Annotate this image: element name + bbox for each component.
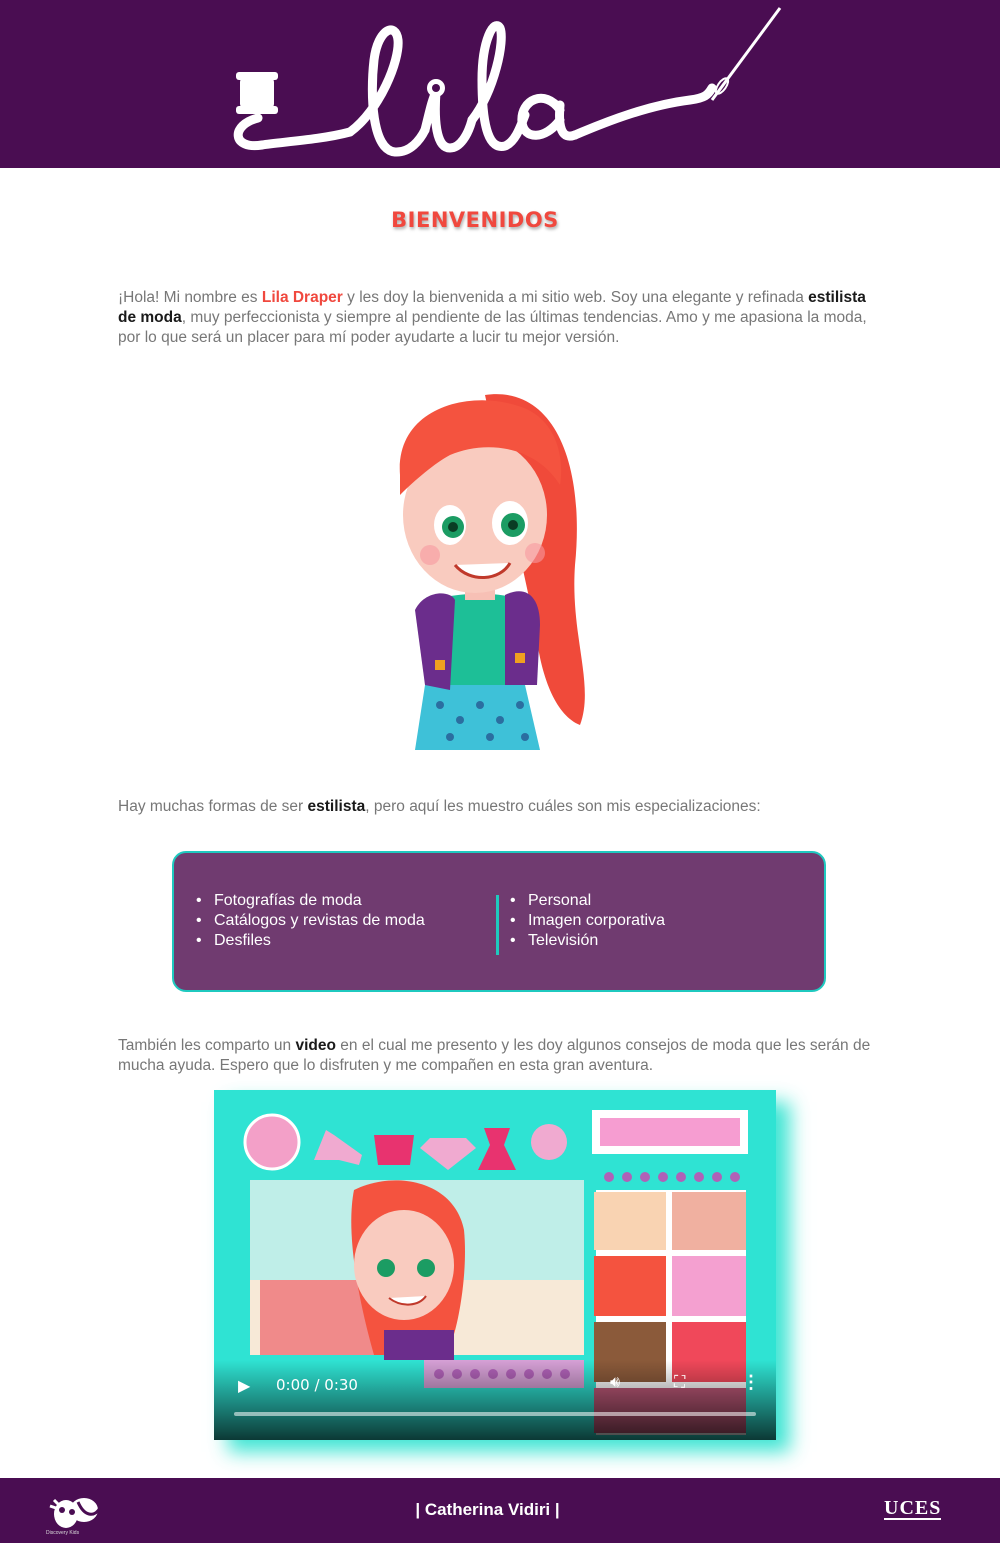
welcome-title: BIENVENIDOS xyxy=(391,208,559,232)
site-header xyxy=(0,0,1000,168)
list-item: Desfiles xyxy=(192,931,425,951)
lila-logo[interactable] xyxy=(0,0,1000,168)
list-item: Catálogos y revistas de moda xyxy=(192,911,425,931)
bold-term: video xyxy=(295,1037,336,1054)
name-highlight: Lila Draper xyxy=(261,289,343,306)
specializations-list-right: Personal Imagen corporativa Televisión xyxy=(506,891,665,951)
specializations-box: Fotografías de moda Catálogos y revistas… xyxy=(172,851,826,992)
video-player[interactable]: ▶ 0:00 / 0:30 🔊︎ ⛶ ⋮ xyxy=(214,1090,776,1440)
more-options-icon[interactable]: ⋮ xyxy=(742,1372,760,1393)
list-item: Imagen corporativa xyxy=(506,911,665,931)
video-intro: También les comparto un video en el cual… xyxy=(118,1037,871,1074)
play-icon[interactable]: ▶ xyxy=(238,1376,250,1396)
list-item: Personal xyxy=(506,891,665,911)
column-divider xyxy=(496,895,499,955)
uces-logo[interactable]: UCES xyxy=(884,1498,942,1520)
specializations-intro: Hay muchas formas de ser estilista, pero… xyxy=(118,798,761,815)
site-footer: Discovery Kids | Catherina Vidiri | UCES xyxy=(0,1478,1000,1543)
list-item: Televisión xyxy=(506,931,665,951)
bold-term: estilista xyxy=(307,798,366,815)
video-controls: ▶ 0:00 / 0:30 🔊︎ ⛶ ⋮ xyxy=(214,1360,776,1440)
author-credit: | Catherina Vidiri | xyxy=(415,1500,560,1519)
volume-icon[interactable]: 🔊︎ xyxy=(610,1374,620,1392)
intro-paragraph: ¡Hola! Mi nombre es Lila Draper y les do… xyxy=(118,289,867,346)
video-progress-bar[interactable] xyxy=(234,1412,756,1416)
lila-character-illustration xyxy=(399,394,585,750)
video-time: 0:00 / 0:30 xyxy=(276,1376,358,1394)
list-item: Fotografías de moda xyxy=(192,891,425,911)
specializations-list-left: Fotografías de moda Catálogos y revistas… xyxy=(192,891,425,951)
discovery-kids-caption: Discovery Kids xyxy=(46,1530,80,1536)
fullscreen-icon[interactable]: ⛶ xyxy=(674,1374,685,1392)
